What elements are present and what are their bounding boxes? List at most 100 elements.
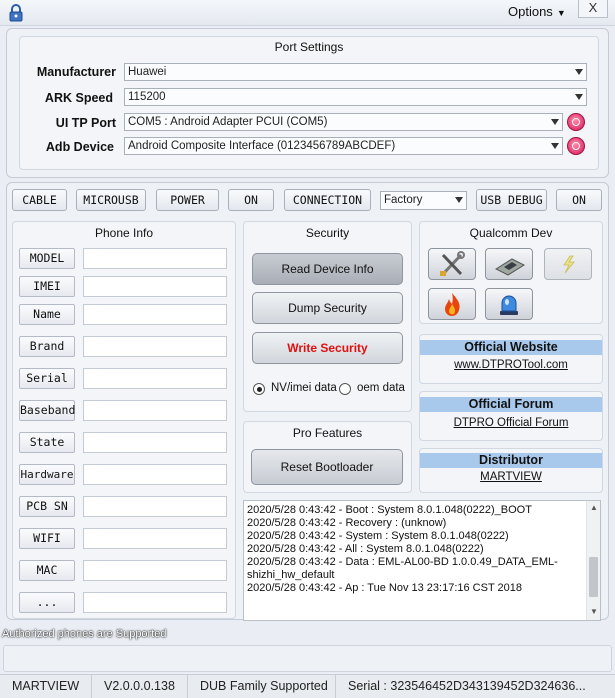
scroll-up-icon[interactable]: ▲ — [590, 503, 598, 512]
authorized-notice: Authorized phones are Supported — [2, 628, 167, 640]
scroll-down-icon[interactable]: ▼ — [590, 607, 598, 616]
phone-info-button[interactable]: MODEL — [19, 248, 75, 269]
log-line: 2020/5/28 0:43:42 - Recovery : (unknow) — [247, 517, 447, 529]
status-bar: MARTVIEW V2.0.0.0.138 DUB Family Support… — [0, 674, 615, 698]
log-line: 2020/5/28 0:43:42 - Data : EML-AL00-BD 1… — [247, 556, 558, 568]
log-line: 2020/5/28 0:43:42 - All : System 8.0.1.0… — [247, 543, 484, 555]
connection-button[interactable]: CONNECTION — [284, 189, 371, 211]
fire-icon — [445, 293, 460, 316]
chevron-down-icon — [575, 69, 583, 75]
write-security-button[interactable]: Write Security — [252, 332, 403, 364]
manufacturer-select[interactable]: Huawei — [124, 63, 587, 81]
phone-info-button[interactable]: IMEI — [19, 276, 75, 297]
phone-info-button[interactable]: Baseband — [19, 400, 75, 421]
phone-info-button[interactable]: Hardware — [19, 464, 75, 485]
phone-info-button[interactable]: WIFI — [19, 528, 75, 549]
ark-speed-select[interactable]: 115200 — [124, 88, 587, 106]
chip-icon — [494, 258, 526, 276]
lightning-button[interactable] — [544, 248, 592, 280]
phone-info-field[interactable] — [83, 464, 227, 485]
adb-device-select[interactable]: Android Composite Interface (0123456789A… — [124, 137, 563, 155]
lock-icon — [9, 4, 23, 22]
reset-bootloader-button[interactable]: Reset Bootloader — [251, 449, 403, 485]
scrollbar-thumb[interactable] — [589, 557, 598, 597]
phone-info-button[interactable]: MAC — [19, 560, 75, 581]
phone-info-button[interactable]: Serial — [19, 368, 75, 389]
phone-info-field[interactable] — [83, 248, 227, 269]
nv-imei-radio[interactable] — [253, 383, 265, 395]
phone-info-field[interactable] — [83, 592, 227, 613]
siren-icon — [500, 295, 518, 315]
phone-info-field[interactable] — [83, 336, 227, 357]
phone-info-field[interactable] — [83, 528, 227, 549]
port-settings-title: Port Settings — [274, 40, 344, 54]
read-device-info-button[interactable]: Read Device Info — [252, 253, 403, 285]
tools-button[interactable] — [428, 248, 476, 280]
status-family: DUB Family Supported — [188, 675, 336, 698]
cable-button[interactable]: CABLE — [12, 189, 67, 211]
dump-security-button[interactable]: Dump Security — [252, 292, 403, 324]
phone-info-field[interactable] — [83, 400, 227, 421]
qualcomm-title: Qualcomm Dev — [469, 226, 553, 240]
title-bar: Options ▼ X — [0, 0, 615, 26]
status-brand: MARTVIEW — [0, 675, 92, 698]
chevron-down-icon: ▼ — [556, 8, 566, 18]
close-button[interactable]: X — [578, 0, 608, 18]
phone-info-button[interactable]: PCB SN — [19, 496, 75, 517]
status-version: V2.0.0.0.138 — [92, 675, 188, 698]
tools-icon — [440, 251, 465, 276]
log-line: 2020/5/28 0:43:42 - Boot : System 8.0.1.… — [247, 504, 532, 516]
phone-info-button[interactable]: State — [19, 432, 75, 453]
options-label: Options — [508, 4, 553, 19]
oem-data-label: oem data — [357, 382, 405, 394]
options-menu[interactable]: Options ▼ — [508, 4, 566, 19]
distributor-title: Distributor — [420, 453, 602, 468]
distributor-link[interactable]: MARTVIEW — [420, 471, 602, 483]
ui-tp-port-value: COM5 : Android Adapter PCUI (COM5) — [128, 116, 328, 128]
mode-select-value: Factory — [384, 194, 423, 206]
ark-speed-label: ARK Speed — [44, 91, 113, 105]
ui-tp-port-select[interactable]: COM5 : Android Adapter PCUI (COM5) — [124, 113, 563, 131]
nv-imei-label: NV/imei data — [271, 382, 337, 394]
chip-button[interactable] — [485, 248, 533, 280]
manufacturer-label: Manufacturer — [36, 65, 116, 79]
on-button-2[interactable]: ON — [556, 189, 602, 211]
phone-info-button[interactable]: Brand — [19, 336, 75, 357]
phone-info-field[interactable] — [83, 276, 227, 297]
phone-info-field[interactable] — [83, 496, 227, 517]
website-link[interactable]: www.DTPROTool.com — [420, 359, 602, 371]
fire-button[interactable] — [428, 288, 476, 320]
lightning-icon — [563, 255, 575, 274]
chevron-down-icon — [551, 119, 559, 125]
microusb-button[interactable]: MICROUSB — [76, 189, 146, 211]
chevron-down-icon — [575, 94, 583, 100]
log-output[interactable]: 2020/5/28 0:43:42 - Boot : System 8.0.1.… — [243, 500, 601, 621]
siren-button[interactable] — [485, 288, 533, 320]
log-line: 2020/5/28 0:43:42 - Ap : Tue Nov 13 23:1… — [247, 582, 522, 594]
mode-select[interactable]: Factory — [380, 191, 467, 210]
ui-tp-port-label: UI TP Port — [55, 116, 116, 130]
forum-link[interactable]: DTPRO Official Forum — [420, 417, 602, 429]
security-title: Security — [305, 226, 350, 240]
status-serial: Serial : 323546452D343139452D324636... — [348, 679, 586, 693]
phone-info-button[interactable]: Name — [19, 304, 75, 325]
usb-debug-button[interactable]: USB DEBUG — [476, 189, 547, 211]
log-scrollbar[interactable]: ▲ ▼ — [586, 501, 600, 620]
phone-info-field[interactable] — [83, 304, 227, 325]
power-button[interactable]: POWER — [156, 189, 219, 211]
oem-data-radio[interactable] — [339, 383, 351, 395]
chevron-down-icon — [455, 197, 463, 203]
phone-info-field[interactable] — [83, 432, 227, 453]
log-line: shizhi_hw_default — [247, 569, 335, 581]
on-button-1[interactable]: ON — [228, 189, 274, 211]
log-line: 2020/5/28 0:43:42 - System : System 8.0.… — [247, 530, 509, 542]
adb-device-label: Adb Device — [45, 140, 114, 154]
refresh-port-button[interactable] — [567, 113, 585, 131]
chevron-down-icon — [551, 143, 559, 149]
progress-bar — [3, 645, 612, 672]
refresh-adb-button[interactable] — [567, 137, 585, 155]
phone-info-field[interactable] — [83, 368, 227, 389]
phone-info-field[interactable] — [83, 560, 227, 581]
phone-info-button[interactable]: ... — [19, 592, 75, 613]
forum-title: Official Forum — [420, 397, 602, 412]
